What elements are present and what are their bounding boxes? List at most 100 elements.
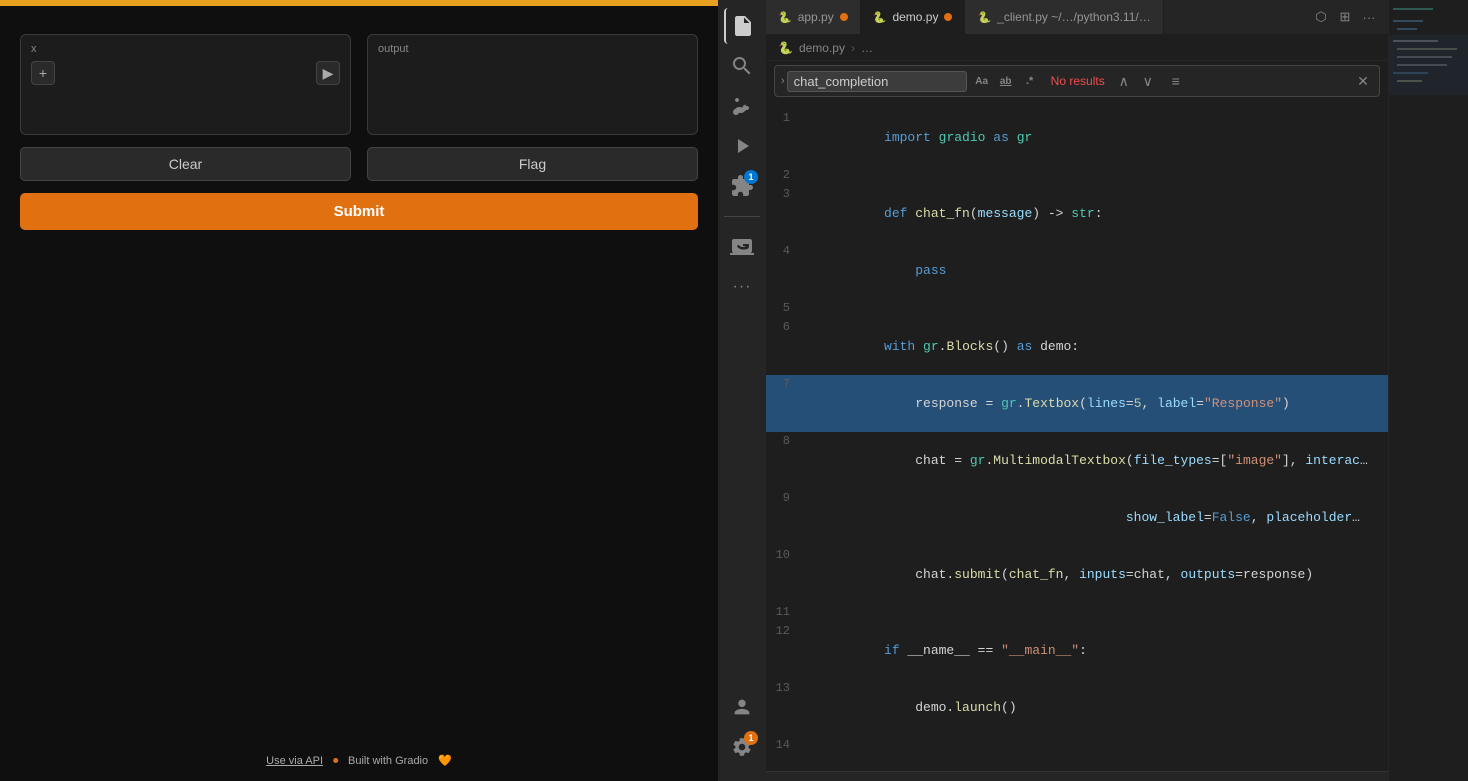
editor-scrollbar-bottom[interactable] xyxy=(766,771,1388,781)
line-content-5 xyxy=(806,299,1380,318)
code-line-7: 7 response = gr.Textbox(lines=5, label="… xyxy=(766,375,1388,432)
code-line-9: 9 show_label=False, placeholder… xyxy=(766,489,1388,546)
find-nav: ∧ ∨ xyxy=(1113,70,1159,92)
line-content-9: show_label=False, placeholder… xyxy=(806,489,1380,546)
find-input[interactable] xyxy=(787,71,967,92)
sidebar-item-files[interactable] xyxy=(724,8,760,44)
sidebar-item-settings[interactable]: 1 xyxy=(724,729,760,765)
find-next-button[interactable]: ∨ xyxy=(1137,70,1159,92)
code-line-5: 5 xyxy=(766,299,1388,318)
more-tabs-button[interactable]: ··· xyxy=(1358,6,1380,28)
line-content-7: response = gr.Textbox(lines=5, label="Re… xyxy=(806,375,1380,432)
line-content-14 xyxy=(806,736,1380,755)
breadcrumb-symbol[interactable]: … xyxy=(861,41,873,55)
gradio-footer: Use via API Built with Gradio 🧡 xyxy=(266,754,452,767)
line-number-13: 13 xyxy=(774,679,806,698)
sidebar-item-more[interactable]: ··· xyxy=(724,269,760,305)
find-prev-button[interactable]: ∧ xyxy=(1113,70,1135,92)
line-content-4: pass xyxy=(806,242,1380,299)
line-number-12: 12 xyxy=(774,622,806,641)
line-content-3: def chat_fn(message) -> str: xyxy=(806,185,1380,242)
find-widget: › Aa ab .* No results ∧ ∨ ≡ ✕ xyxy=(774,65,1380,97)
code-editor[interactable]: 1 import gradio as gr 2 3 def chat_fn(me… xyxy=(766,101,1388,771)
line-number-14: 14 xyxy=(774,736,806,755)
minimap xyxy=(1388,0,1468,781)
sidebar-item-search[interactable] xyxy=(724,48,760,84)
gradio-top-bar xyxy=(0,0,718,6)
add-input-button[interactable]: + xyxy=(31,61,55,85)
tab-app-py[interactable]: 🐍 app.py xyxy=(766,0,861,35)
sidebar-item-source-control[interactable] xyxy=(724,88,760,124)
find-select-all-button[interactable]: ≡ xyxy=(1165,70,1187,92)
tab-label-app-py: app.py xyxy=(798,10,834,24)
run-debug-icon xyxy=(730,134,754,158)
sidebar-item-account[interactable] xyxy=(724,689,760,725)
breadcrumb: 🐍 demo.py › … xyxy=(766,35,1388,61)
code-line-2: 2 xyxy=(766,166,1388,185)
footer-dot xyxy=(333,758,338,763)
gradio-heart-icon: 🧡 xyxy=(438,754,452,767)
regex-button[interactable]: .* xyxy=(1019,70,1041,92)
line-number-5: 5 xyxy=(774,299,806,318)
line-number-1: 1 xyxy=(774,109,806,128)
extensions-badge: 1 xyxy=(744,170,758,184)
line-content-11 xyxy=(806,603,1380,622)
remote-icon xyxy=(730,235,754,259)
output-box: output xyxy=(367,34,698,135)
line-number-6: 6 xyxy=(774,318,806,337)
code-line-10: 10 chat.submit(chat_fn, inputs=chat, out… xyxy=(766,546,1388,603)
x-input[interactable] xyxy=(61,66,310,81)
tab-actions: ⬡ ⊞ ··· xyxy=(1310,6,1388,28)
sidebar-item-run-debug[interactable] xyxy=(724,128,760,164)
gradio-panel: x + ▶ output Clear Flag Submit Use via A… xyxy=(0,0,718,781)
input-label: x xyxy=(31,43,340,55)
api-link[interactable]: Use via API xyxy=(266,755,323,767)
line-number-9: 9 xyxy=(774,489,806,508)
line-content-2 xyxy=(806,166,1380,185)
output-label: output xyxy=(378,43,687,55)
code-line-3: 3 def chat_fn(message) -> str: xyxy=(766,185,1388,242)
line-number-7: 7 xyxy=(774,375,806,394)
action-buttons-row: Clear Flag xyxy=(20,147,698,181)
find-no-results: No results xyxy=(1051,74,1105,88)
match-case-button[interactable]: Aa xyxy=(971,70,993,92)
line-content-13: demo.launch() xyxy=(806,679,1380,736)
line-number-3: 3 xyxy=(774,185,806,204)
clear-button[interactable]: Clear xyxy=(20,147,351,181)
breadcrumb-file[interactable]: demo.py xyxy=(799,41,845,55)
find-other-buttons: ≡ xyxy=(1165,70,1187,92)
find-close-button[interactable]: ✕ xyxy=(1353,71,1373,91)
flag-button[interactable]: Flag xyxy=(367,147,698,181)
tab-label-demo-py: demo.py xyxy=(892,10,938,24)
line-content-8: chat = gr.MultimodalTextbox(file_types=[… xyxy=(806,432,1380,489)
tab-bar: 🐍 app.py 🐍 demo.py 🐍 _client.py ~/…/pyth… xyxy=(766,0,1388,35)
code-line-8: 8 chat = gr.MultimodalTextbox(file_types… xyxy=(766,432,1388,489)
files-icon xyxy=(731,14,755,38)
line-number-4: 4 xyxy=(774,242,806,261)
code-line-12: 12 if __name__ == "__main__": xyxy=(766,622,1388,679)
submit-button[interactable]: Submit xyxy=(20,193,698,230)
search-icon-activity xyxy=(730,54,754,78)
breadcrumb-python-icon: 🐍 xyxy=(778,41,793,55)
code-line-13: 13 demo.launch() xyxy=(766,679,1388,736)
sidebar-item-remote[interactable] xyxy=(724,229,760,265)
tab-demo-py[interactable]: 🐍 demo.py xyxy=(861,0,966,35)
split-editor-button[interactable]: ⬡ xyxy=(1310,6,1332,28)
more-icon: ··· xyxy=(733,278,752,296)
find-widget-arrow: › xyxy=(781,75,785,87)
input-row: + ▶ xyxy=(31,61,340,85)
line-number-11: 11 xyxy=(774,603,806,622)
minimap-content xyxy=(1389,0,1468,781)
source-control-icon xyxy=(730,94,754,118)
breadcrumb-separator: › xyxy=(851,41,855,55)
tab-label-client-py: _client.py ~/…/python3.11/… xyxy=(997,10,1151,24)
layout-button[interactable]: ⊞ xyxy=(1334,6,1356,28)
match-word-button[interactable]: ab xyxy=(995,70,1017,92)
tab-client-py[interactable]: 🐍 _client.py ~/…/python3.11/… xyxy=(965,0,1163,35)
find-options: Aa ab .* xyxy=(971,70,1041,92)
line-content-10: chat.submit(chat_fn, inputs=chat, output… xyxy=(806,546,1380,603)
account-icon xyxy=(731,696,753,718)
sidebar-item-extensions[interactable]: 1 xyxy=(724,168,760,204)
run-button[interactable]: ▶ xyxy=(316,61,340,85)
output-textarea[interactable] xyxy=(378,61,687,121)
